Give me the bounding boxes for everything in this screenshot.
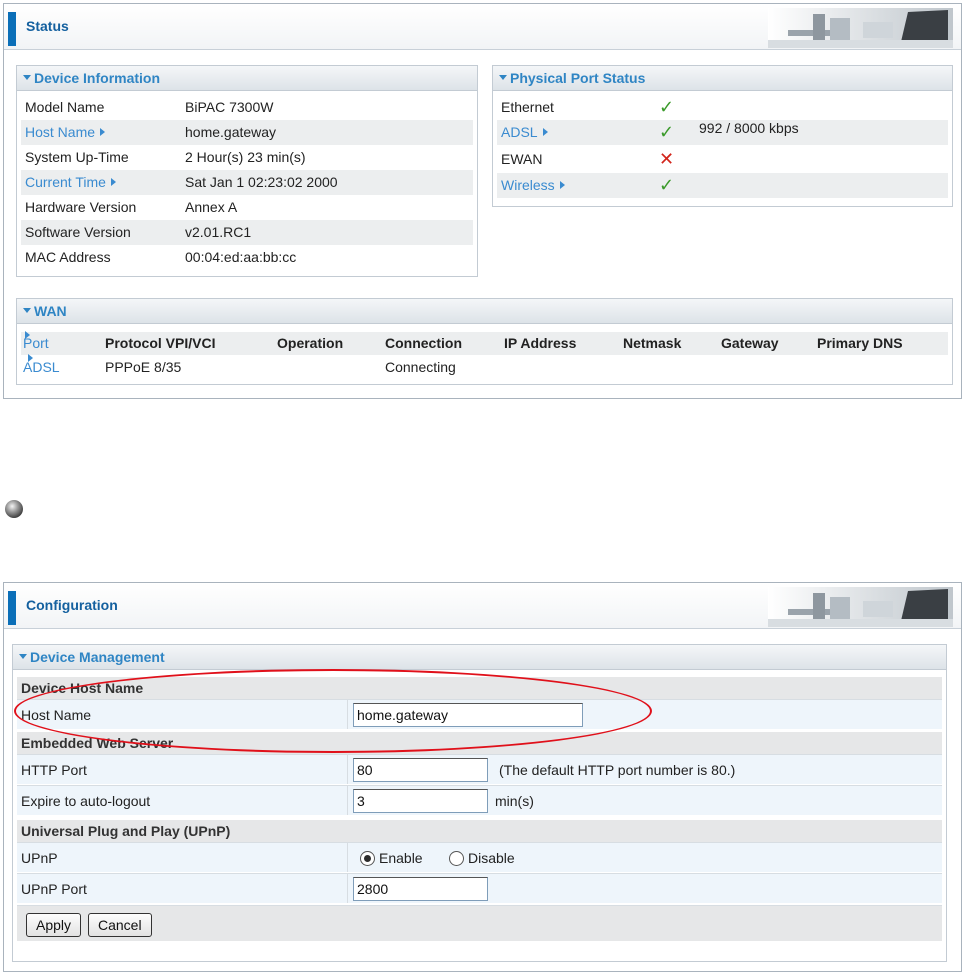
device-information-title: Device Information	[17, 66, 477, 91]
http-port-input[interactable]	[353, 758, 488, 782]
cross-icon: ✕	[659, 149, 675, 169]
check-icon: ✓	[659, 122, 675, 142]
collapse-caret-icon[interactable]	[23, 74, 31, 80]
bullet-icon	[5, 500, 23, 518]
configuration-header: Configuration	[4, 583, 961, 629]
wan-col-netmask: Netmask	[623, 335, 682, 351]
office-banner-icon	[768, 587, 953, 627]
table-row: ADSL PPPoE 8/35 Connecting	[21, 354, 948, 380]
info-row-hardware: Hardware Version Annex A	[25, 199, 238, 215]
upnp-row: UPnP Enable Disable	[17, 842, 942, 872]
port-row-wireless: Wireless ✓	[497, 173, 948, 198]
collapse-caret-icon[interactable]	[499, 74, 507, 80]
info-row-mac: MAC Address 00:04:ed:aa:bb:cc	[25, 249, 297, 265]
host-name-link[interactable]: Host Name	[25, 120, 106, 145]
device-management-title: Device Management	[13, 645, 946, 670]
info-row-current-time: Current Time Sat Jan 1 02:23:02 2000	[21, 170, 473, 195]
wan-col-ip: IP Address	[504, 335, 577, 351]
upnp-port-row: UPnP Port	[17, 873, 942, 903]
adsl-port-link[interactable]: ADSL	[501, 120, 548, 145]
apply-button[interactable]: Apply	[26, 913, 82, 937]
wan-col-operation: Operation	[277, 335, 344, 351]
button-bar: Apply Cancel	[17, 905, 942, 941]
collapse-caret-icon[interactable]	[23, 307, 31, 313]
port-status-box: Physical Port Status Ethernet ✓ ADSL ✓ 9…	[492, 65, 953, 207]
status-panel: Status Device Information Model Name BiP…	[3, 3, 962, 399]
auto-logout-input[interactable]	[353, 789, 488, 813]
page-title: Status	[26, 18, 69, 34]
status-header: Status	[4, 4, 961, 50]
wireless-port-link[interactable]: Wireless	[501, 173, 565, 198]
arrow-right-icon	[110, 178, 116, 187]
info-row-uptime: System Up-Time 2 Hour(s) 23 min(s)	[25, 149, 306, 165]
section-upnp: Universal Plug and Play (UPnP)	[17, 820, 942, 842]
upnp-enable-radio[interactable]	[360, 851, 375, 866]
highlight-ellipse	[14, 669, 652, 753]
check-icon: ✓	[659, 97, 675, 117]
collapse-caret-icon[interactable]	[19, 653, 27, 659]
arrow-right-icon	[559, 181, 565, 190]
wan-col-protocol: Protocol VPI/VCI	[105, 335, 216, 351]
wan-col-dns: Primary DNS	[817, 335, 903, 351]
arrow-right-icon	[25, 331, 30, 339]
info-row-model: Model Name BiPAC 7300W	[25, 99, 274, 115]
wan-box: WAN Port Protocol VPI/VCI Operation Conn…	[16, 298, 953, 385]
arrow-right-icon	[542, 128, 548, 137]
header-accent-bar	[8, 591, 16, 625]
current-time-link[interactable]: Current Time	[25, 170, 116, 195]
info-row-host-name: Host Name home.gateway	[21, 120, 473, 145]
office-banner-icon	[768, 8, 953, 48]
page-title: Configuration	[26, 597, 118, 613]
port-status-title: Physical Port Status	[493, 66, 952, 91]
check-icon: ✓	[659, 175, 675, 195]
wan-col-gateway: Gateway	[721, 335, 779, 351]
port-row-ewan: EWAN ✕	[497, 147, 948, 172]
port-row-adsl: ADSL ✓ 992 / 8000 kbps	[497, 120, 948, 145]
auto-logout-row: Expire to auto-logout min(s)	[17, 785, 942, 815]
upnp-port-input[interactable]	[353, 877, 488, 901]
device-information-box: Device Information Model Name BiPAC 7300…	[16, 65, 478, 277]
wan-title: WAN	[17, 299, 952, 324]
wan-table-header: Port Protocol VPI/VCI Operation Connecti…	[21, 331, 948, 355]
info-row-software: Software Version v2.01.RC1	[21, 220, 473, 245]
arrow-right-icon	[28, 354, 33, 362]
upnp-disable-radio[interactable]	[449, 851, 464, 866]
arrow-right-icon	[100, 128, 106, 137]
configuration-panel: Configuration Device Management Device H…	[3, 582, 962, 972]
http-port-row: HTTP Port (The default HTTP port number …	[17, 754, 942, 784]
cancel-button[interactable]: Cancel	[88, 913, 152, 937]
wan-col-connection: Connection	[385, 335, 462, 351]
header-accent-bar	[8, 12, 16, 46]
